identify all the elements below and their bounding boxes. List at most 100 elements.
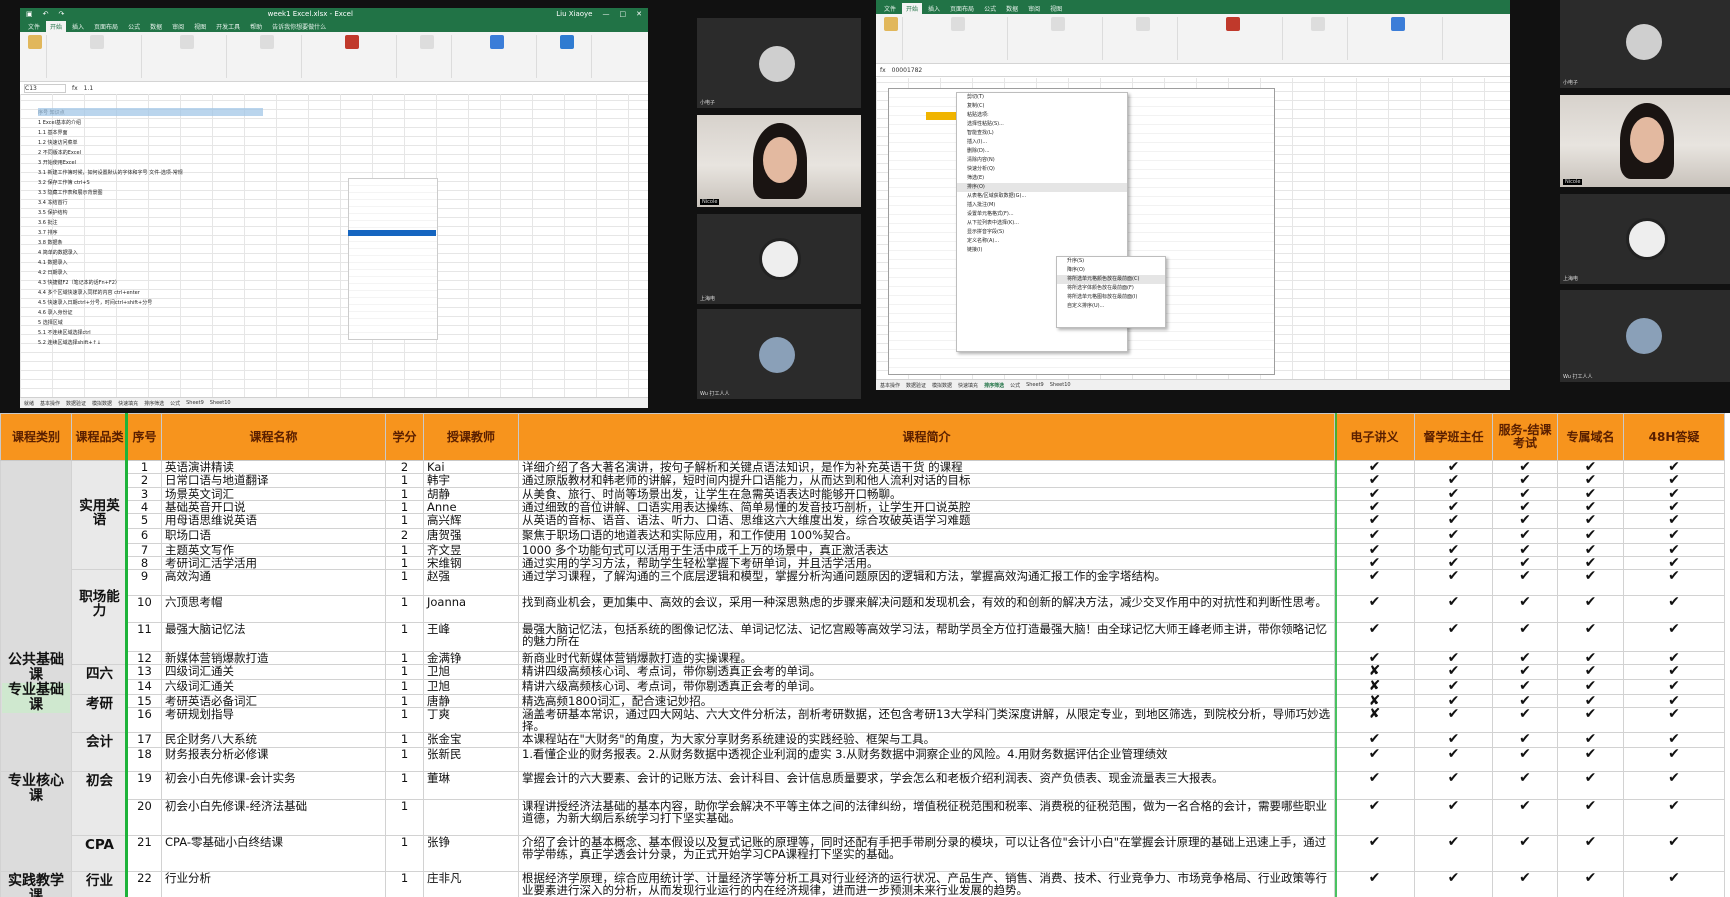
menu-item[interactable]: 从表格/区域获取数据(G)... bbox=[957, 192, 1127, 201]
tab-file[interactable]: 文件 bbox=[880, 3, 900, 14]
sheet-row[interactable]: 3.7 排序 bbox=[38, 229, 58, 236]
file-list-selected[interactable] bbox=[348, 230, 436, 236]
sheet-row[interactable]: 3.1 新建工作簿时候，如何设置默认的字体和字号 文件-选项-常规 bbox=[38, 169, 183, 176]
name-box[interactable]: C13 bbox=[24, 83, 66, 93]
find-icon[interactable] bbox=[1391, 17, 1405, 31]
sheet-tab[interactable]: 模拟数据 bbox=[92, 400, 112, 407]
find-icon[interactable] bbox=[490, 35, 504, 49]
minimize-icon[interactable]: — bbox=[603, 10, 610, 18]
sheet-row[interactable]: 4.4 多个区域快速录入同样的内容 ctrl+enter bbox=[38, 289, 140, 296]
tab-page-layout[interactable]: 页面布局 bbox=[90, 21, 122, 32]
video-tile-r3[interactable]: 上海电 bbox=[1560, 194, 1730, 284]
tab-developer[interactable]: 开发工具 bbox=[212, 21, 244, 32]
redo-icon[interactable]: ↷ bbox=[59, 10, 65, 18]
video-tile-r4[interactable]: Wu 打工人人 bbox=[1560, 290, 1730, 382]
sheet-tab-active[interactable]: 排序筛选 bbox=[984, 382, 1004, 389]
submenu-item[interactable]: 将所选字体颜色放在最前面(F) bbox=[1057, 284, 1165, 293]
submenu-item[interactable]: 降序(O) bbox=[1057, 266, 1165, 275]
sheet-row[interactable]: 3.8 数据条 bbox=[38, 239, 63, 246]
sheet-tab[interactable]: 基本操作 bbox=[880, 382, 900, 389]
sheet-tab[interactable]: 快速填充 bbox=[958, 382, 978, 389]
video-tile-4[interactable]: Wu 打工人人 bbox=[697, 309, 861, 399]
tab-help[interactable]: 帮助 bbox=[246, 21, 266, 32]
sheet-tab[interactable]: Sheet10 bbox=[1050, 382, 1071, 388]
sheet-tab[interactable]: 数据验证 bbox=[906, 382, 926, 389]
sheet-row[interactable]: 4.1 数据录入 bbox=[38, 259, 68, 266]
menu-item[interactable]: 删除(D)... bbox=[957, 147, 1127, 156]
video-tile-1[interactable]: 小电子 bbox=[697, 18, 861, 108]
tab-home[interactable]: 开始 bbox=[902, 3, 923, 14]
selected-cell[interactable] bbox=[926, 112, 956, 120]
bold-icon[interactable] bbox=[90, 35, 104, 49]
menu-item[interactable]: 设置单元格格式(F)... bbox=[957, 210, 1127, 219]
sheet-row[interactable]: 5 选择区域 bbox=[38, 319, 63, 326]
share-icon[interactable] bbox=[560, 35, 574, 49]
formula-input[interactable]: 00001782 bbox=[892, 67, 923, 74]
tab-data[interactable]: 数据 bbox=[1002, 3, 1022, 14]
tab-review[interactable]: 审阅 bbox=[1024, 3, 1044, 14]
paste-icon[interactable] bbox=[884, 17, 898, 31]
menu-item[interactable]: 显示拼音字段(S) bbox=[957, 228, 1127, 237]
sheet-tab[interactable]: Sheet9 bbox=[186, 400, 204, 406]
sheet-row[interactable]: 3.6 批注 bbox=[38, 219, 58, 226]
align-icon[interactable] bbox=[1051, 17, 1065, 31]
menu-item[interactable]: 插入(I)... bbox=[957, 138, 1127, 147]
menu-item[interactable]: 剪切(T) bbox=[957, 93, 1127, 102]
menu-item[interactable]: 定义名称(A)... bbox=[957, 237, 1127, 246]
sheet-tab[interactable]: 快速填充 bbox=[118, 400, 138, 407]
sheet-row[interactable]: 1.1 基本界面 bbox=[38, 129, 68, 136]
tell-me-search[interactable]: 告诉我你想要做什么 bbox=[268, 21, 330, 32]
menu-item-sort[interactable]: 排序(O) bbox=[957, 183, 1127, 192]
submenu-item[interactable]: 自定义排序(U)... bbox=[1057, 302, 1165, 311]
tab-file[interactable]: 文件 bbox=[24, 21, 44, 32]
sheet-row[interactable]: 4.2 日期录入 bbox=[38, 269, 68, 276]
sheet-tab[interactable]: 模拟数据 bbox=[932, 382, 952, 389]
sheet-tab[interactable]: Sheet9 bbox=[1026, 382, 1044, 388]
tab-view[interactable]: 视图 bbox=[1046, 3, 1066, 14]
undo-icon[interactable]: ↶ bbox=[43, 10, 49, 18]
sheet-tab[interactable]: 数据验证 bbox=[66, 400, 86, 407]
sheet-row[interactable]: 3.5 保护结构 bbox=[38, 209, 68, 216]
tab-review[interactable]: 审阅 bbox=[168, 21, 188, 32]
paste-icon[interactable] bbox=[28, 35, 42, 49]
menu-item[interactable]: 复制(C) bbox=[957, 102, 1127, 111]
tab-insert[interactable]: 插入 bbox=[924, 3, 944, 14]
sheet-row[interactable]: 1.2 快速访问菜单 bbox=[38, 139, 78, 146]
sheet-tab[interactable]: 公式 bbox=[170, 400, 180, 407]
sheet-row[interactable]: 3.4 冻结首行 bbox=[38, 199, 68, 206]
sheet-row[interactable]: 5.1 不连续区域选择ctrl bbox=[38, 329, 91, 336]
tab-view[interactable]: 视图 bbox=[190, 21, 210, 32]
menu-item[interactable]: 选择性粘贴(S)... bbox=[957, 120, 1127, 129]
sheet-tab[interactable]: 排序筛选 bbox=[144, 400, 164, 407]
tab-page-layout[interactable]: 页面布局 bbox=[946, 3, 978, 14]
tab-formulas[interactable]: 公式 bbox=[124, 21, 144, 32]
maximize-icon[interactable]: □ bbox=[620, 10, 627, 18]
sheet-row[interactable]: 4.3 快捷键F2（笔记本的话Fn+F2） bbox=[38, 279, 120, 286]
sheet-row[interactable]: 3 开始使用Excel bbox=[38, 159, 76, 166]
menu-item[interactable]: 智能查找(L) bbox=[957, 129, 1127, 138]
bold-icon[interactable] bbox=[951, 17, 965, 31]
sheet-grid[interactable] bbox=[20, 94, 648, 398]
menu-item[interactable]: 清除内容(N) bbox=[957, 156, 1127, 165]
tab-formulas[interactable]: 公式 bbox=[980, 3, 1000, 14]
formula-input[interactable]: 1.1 bbox=[84, 85, 94, 92]
menu-item[interactable]: 插入批注(M) bbox=[957, 201, 1127, 210]
menu-item[interactable]: 链接(I) bbox=[957, 246, 1127, 255]
tab-insert[interactable]: 插入 bbox=[68, 21, 88, 32]
sheet-row[interactable]: 2 不同版本的Excel bbox=[38, 149, 81, 156]
user-name[interactable]: Liu Xiaoye bbox=[556, 10, 592, 18]
align-icon[interactable] bbox=[180, 35, 194, 49]
sheet-row[interactable]: 1 Excel基本的介绍 bbox=[38, 119, 81, 126]
video-tile-r1[interactable]: 小电子 bbox=[1560, 0, 1730, 88]
percent-icon[interactable] bbox=[260, 35, 274, 49]
insert-cells-icon[interactable] bbox=[1311, 17, 1325, 31]
submenu-item[interactable]: 升序(S) bbox=[1057, 257, 1165, 266]
submenu-item[interactable]: 将所选单元格图标放在最前面(I) bbox=[1057, 293, 1165, 302]
percent-icon[interactable] bbox=[1136, 17, 1150, 31]
sheet-row[interactable]: 4.5 快速录入日期ctrl+分号，时间ctrl+shift+分号 bbox=[38, 299, 152, 306]
sheet-row[interactable]: 4 简单的数据录入 bbox=[38, 249, 78, 256]
sheet-tab[interactable]: Sheet10 bbox=[210, 400, 231, 406]
video-tile-r2[interactable]: Nicole bbox=[1560, 95, 1730, 187]
sheet-tab[interactable]: 公式 bbox=[1010, 382, 1020, 389]
menu-item[interactable]: 快速分析(Q) bbox=[957, 165, 1127, 174]
